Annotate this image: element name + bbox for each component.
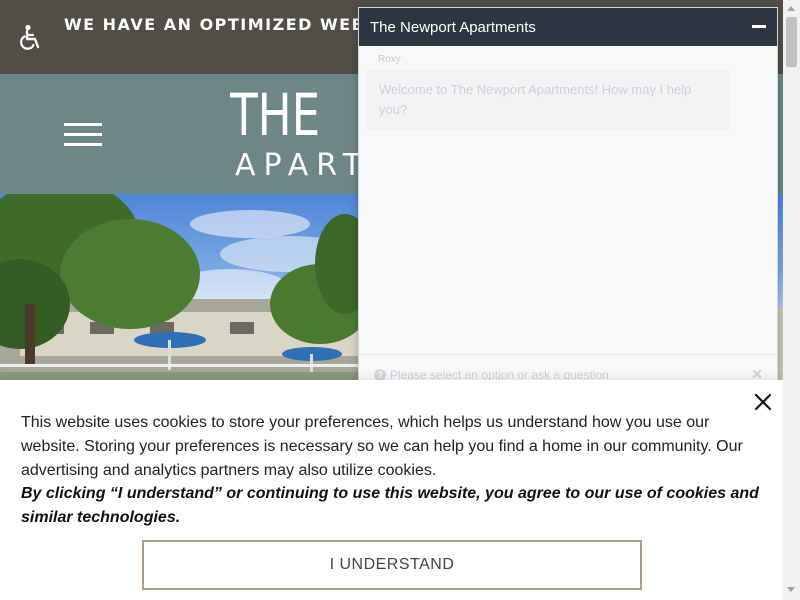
hamburger-menu-icon[interactable]	[64, 121, 104, 149]
accessibility-banner-text[interactable]: WE HAVE AN OPTIMIZED WEB ACCESSIBILITY H…	[64, 13, 364, 37]
chat-sender-name: Roxy	[378, 54, 401, 65]
chat-title: The Newport Apartments	[370, 19, 536, 36]
scroll-up-icon[interactable]	[787, 6, 795, 11]
scroll-down-icon[interactable]	[787, 587, 795, 592]
logo-subtitle[interactable]: APARTMENTS	[235, 148, 360, 184]
logo-title[interactable]: THE NEWPORT	[230, 80, 331, 150]
cookie-banner: This website uses cookies to store your …	[0, 380, 783, 600]
close-icon[interactable]	[752, 391, 774, 413]
chat-message: Welcome to The Newport Apartments! How m…	[366, 70, 730, 130]
wheelchair-icon	[20, 24, 40, 50]
i-understand-button[interactable]: I UNDERSTAND	[142, 540, 642, 590]
chat-widget[interactable]: The Newport Apartments Roxy Welcome to T…	[358, 7, 778, 387]
page-scrollbar[interactable]	[783, 0, 800, 600]
minimize-icon[interactable]	[751, 19, 767, 35]
cookie-notice-text: This website uses cookies to store your …	[21, 414, 743, 479]
scrollbar-thumb[interactable]	[786, 17, 797, 67]
cookie-consent-text: By clicking “I understand” or continuing…	[21, 485, 759, 526]
chat-header[interactable]: The Newport Apartments	[359, 8, 777, 46]
